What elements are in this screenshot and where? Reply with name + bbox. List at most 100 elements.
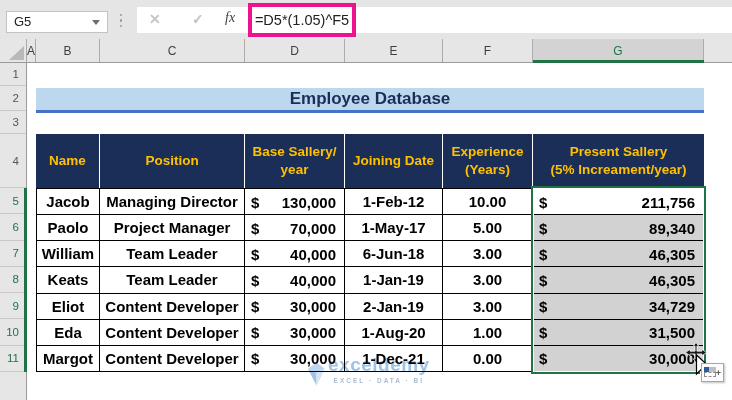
currency-symbol: $ xyxy=(251,219,259,236)
table-row: EdaContent Developer$30,0001-Aug-201.00$… xyxy=(37,320,703,346)
row-header-5[interactable]: 5 xyxy=(0,188,26,214)
cell-joining[interactable]: 1-Jan-19 xyxy=(345,267,443,292)
column-header-c[interactable]: C xyxy=(100,39,245,62)
cell-base[interactable]: $30,000 xyxy=(245,294,345,319)
cell-joining[interactable]: 2-Jan-19 xyxy=(345,294,443,319)
table-title: Employee Database xyxy=(290,89,451,109)
currency-symbol: $ xyxy=(539,298,547,315)
column-header-g[interactable]: G xyxy=(533,39,704,62)
formula-highlight-box: =D5*(1.05)^F5 xyxy=(248,3,356,37)
table-header-cell[interactable]: Base Sallery/ year xyxy=(245,134,345,188)
row-header-1[interactable]: 1 xyxy=(0,63,26,86)
column-header-a[interactable]: A xyxy=(27,39,36,62)
cell-position[interactable]: Managing Director xyxy=(100,189,245,214)
cell-present[interactable]: $46,305 xyxy=(533,267,703,292)
autofill-options-button[interactable]: + xyxy=(701,363,724,382)
cell-name[interactable]: Margot xyxy=(37,346,100,371)
cell-experience[interactable]: 5.00 xyxy=(443,215,533,240)
cell-experience[interactable]: 0.00 xyxy=(443,346,533,371)
table-header-row: NamePositionBase Sallery/ yearJoining Da… xyxy=(36,134,704,188)
row-header-6[interactable]: 6 xyxy=(0,214,26,240)
cancel-icon[interactable]: ✕ xyxy=(149,11,161,27)
cell-position[interactable]: Content Developer xyxy=(100,320,245,345)
cell-base[interactable]: $40,000 xyxy=(245,241,345,266)
exceldemy-watermark: exceldemy EXCEL · DATA · BI xyxy=(308,354,430,387)
cell-experience[interactable]: 1.00 xyxy=(443,320,533,345)
currency-symbol: $ xyxy=(539,350,547,367)
cell-name[interactable]: Eliot xyxy=(37,294,100,319)
cell-present[interactable]: $34,729 xyxy=(533,294,703,319)
cell-present[interactable]: $31,500 xyxy=(533,320,703,345)
currency-symbol: $ xyxy=(251,350,259,367)
cell-base[interactable]: $70,000 xyxy=(245,215,345,240)
formula-input[interactable]: ✕ ✓ fx xyxy=(137,7,732,33)
row-header-10[interactable]: 10 xyxy=(0,319,26,345)
selected-column-underline xyxy=(533,60,704,63)
excel-window: G5 ✕ ✓ fx =D5*(1.05)^F5 ABCDEFG 12345678… xyxy=(0,0,732,400)
cell-joining[interactable]: 1-Feb-12 xyxy=(345,189,443,214)
column-header-e[interactable]: E xyxy=(345,39,443,62)
row-header-4[interactable]: 4 xyxy=(0,134,26,188)
row-header-2[interactable]: 2 xyxy=(0,86,26,111)
table-body: JacobManaging Director$130,0001-Feb-1210… xyxy=(36,188,704,372)
cell-present[interactable]: $211,756 xyxy=(533,189,703,214)
cell-name[interactable]: Jacob xyxy=(37,189,100,214)
cell-name[interactable]: Paolo xyxy=(37,215,100,240)
selected-rows-bar xyxy=(24,188,27,372)
cell-name[interactable]: Eda xyxy=(37,320,100,345)
cell-present[interactable]: $46,305 xyxy=(533,241,703,266)
cell-value: 30,000 xyxy=(290,298,336,315)
cell-name[interactable]: Keats xyxy=(37,267,100,292)
cell-joining[interactable]: 1-May-17 xyxy=(345,215,443,240)
cell-value: 46,305 xyxy=(649,271,695,288)
column-header-b[interactable]: B xyxy=(36,39,100,62)
exceldemy-logo-icon xyxy=(308,361,325,387)
cell-joining[interactable]: 1-Aug-20 xyxy=(345,320,443,345)
row-header-11[interactable]: 11 xyxy=(0,346,26,372)
cell-experience[interactable]: 3.00 xyxy=(443,267,533,292)
insert-function-icon[interactable]: fx xyxy=(225,10,235,26)
cell-position[interactable]: Team Leader xyxy=(100,267,245,292)
cell-present[interactable]: $30,000 xyxy=(533,346,703,371)
cell-position[interactable]: Project Manager xyxy=(100,215,245,240)
cell-position[interactable]: Content Developer xyxy=(100,294,245,319)
name-box[interactable]: G5 xyxy=(6,11,108,33)
table-header-cell[interactable]: Present Sallery (5% Increament/year) xyxy=(533,134,704,188)
cell-base[interactable]: $130,000 xyxy=(245,189,345,214)
currency-symbol: $ xyxy=(539,245,547,262)
cell-joining[interactable]: 6-Jun-18 xyxy=(345,241,443,266)
watermark-brand-text: exceldemy xyxy=(328,354,430,376)
cell-position[interactable]: Content Developer xyxy=(100,346,245,371)
currency-symbol: $ xyxy=(251,298,259,315)
cell-base[interactable]: $40,000 xyxy=(245,267,345,292)
table-header-cell[interactable]: Experience (Years) xyxy=(443,134,533,188)
cell-value: 30,000 xyxy=(290,324,336,341)
row-header-8[interactable]: 8 xyxy=(0,267,26,293)
row-header-7[interactable]: 7 xyxy=(0,241,26,267)
cell-present[interactable]: $89,340 xyxy=(533,215,703,240)
formula-text: =D5*(1.05)^F5 xyxy=(255,12,349,28)
cell-name[interactable]: William xyxy=(37,241,100,266)
column-header-f[interactable]: F xyxy=(443,39,533,62)
cell-experience[interactable]: 10.00 xyxy=(443,189,533,214)
cell-experience[interactable]: 3.00 xyxy=(443,241,533,266)
table-row: EliotContent Developer$30,0002-Jan-193.0… xyxy=(37,294,703,320)
table-header-cell[interactable]: Joining Date xyxy=(345,134,443,188)
column-header-d[interactable]: D xyxy=(245,39,345,62)
select-all-button[interactable] xyxy=(0,39,27,62)
row-header-9[interactable]: 9 xyxy=(0,293,26,319)
enter-icon[interactable]: ✓ xyxy=(192,11,204,27)
name-box-dropdown-icon[interactable] xyxy=(92,20,100,25)
currency-symbol: $ xyxy=(539,271,547,288)
cell-experience[interactable]: 3.00 xyxy=(443,294,533,319)
cell-position[interactable]: Team Leader xyxy=(100,241,245,266)
row-header-3[interactable]: 3 xyxy=(0,111,26,134)
table-row: PaoloProject Manager$70,0001-May-175.00$… xyxy=(37,215,703,241)
cell-value: 34,729 xyxy=(649,298,695,315)
table-header-cell[interactable]: Name xyxy=(36,134,100,188)
table-title-banner[interactable]: Employee Database xyxy=(36,88,704,113)
cell-base[interactable]: $30,000 xyxy=(245,320,345,345)
table-header-cell[interactable]: Position xyxy=(100,134,245,188)
cell-value: 31,500 xyxy=(649,324,695,341)
currency-symbol: $ xyxy=(539,324,547,341)
